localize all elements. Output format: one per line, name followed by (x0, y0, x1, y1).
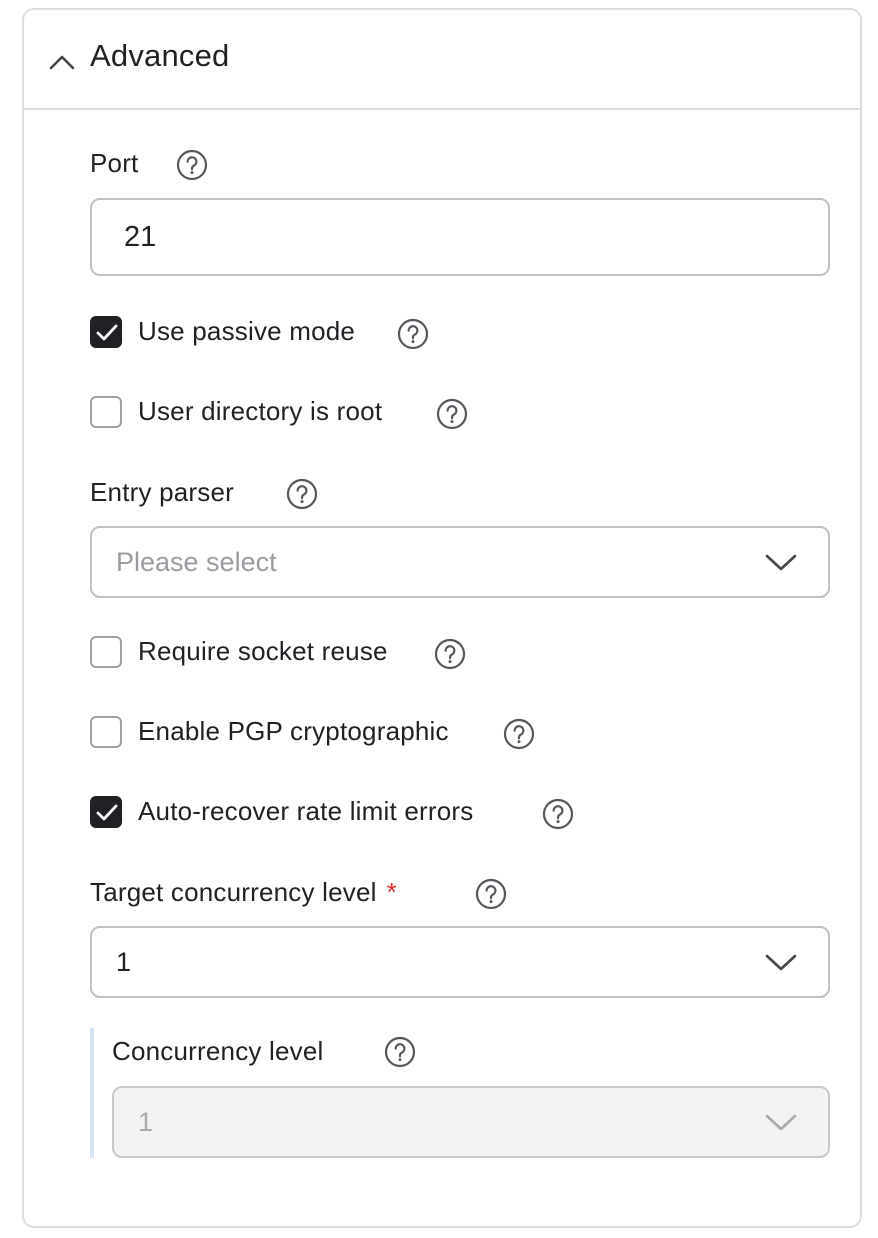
port-input[interactable]: 21 (90, 198, 830, 276)
concurrency-level-help-icon[interactable] (384, 1036, 416, 1068)
passive-mode-label: Use passive mode (138, 316, 356, 346)
socket-reuse-label: Require socket reuse (138, 636, 388, 666)
auto-recover-help-icon[interactable] (542, 798, 574, 830)
concurrency-level-select: 1 (112, 1086, 830, 1158)
passive-mode-checkbox[interactable] (90, 316, 122, 348)
advanced-section-header[interactable]: Advanced (24, 10, 860, 110)
user-dir-root-checkbox[interactable] (90, 396, 122, 428)
entry-parser-placeholder: Please select (116, 547, 277, 577)
target-concurrency-label: Target concurrency level * (90, 877, 397, 908)
chevron-down-icon (765, 1114, 797, 1131)
required-asterisk: * (386, 877, 397, 907)
entry-parser-label: Entry parser (90, 477, 235, 507)
target-concurrency-select[interactable]: 1 (90, 926, 830, 998)
pgp-help-icon[interactable] (503, 718, 535, 750)
section-title: Advanced (90, 38, 230, 73)
auto-recover-checkbox[interactable] (90, 796, 122, 828)
chevron-down-icon (765, 954, 797, 971)
advanced-panel: Advanced Port 21 Use passive mode User d… (22, 8, 862, 1228)
socket-reuse-help-icon[interactable] (434, 638, 466, 670)
target-concurrency-label-text: Target concurrency level (90, 877, 377, 907)
socket-reuse-checkbox[interactable] (90, 636, 122, 668)
pgp-label: Enable PGP cryptographic (138, 716, 449, 746)
auto-recover-label: Auto-recover rate limit errors (138, 796, 474, 826)
concurrency-level-label: Concurrency level (112, 1036, 324, 1066)
concurrency-subsection: Concurrency level 1 (90, 1028, 834, 1158)
target-concurrency-value: 1 (116, 947, 132, 977)
entry-parser-select[interactable]: Please select (90, 526, 830, 598)
port-help-icon[interactable] (176, 149, 208, 181)
passive-mode-help-icon[interactable] (397, 318, 429, 350)
concurrency-level-value: 1 (138, 1107, 154, 1137)
checkmark-icon (96, 804, 118, 821)
chevron-down-icon (765, 554, 797, 571)
user-dir-root-help-icon[interactable] (436, 398, 468, 430)
port-label: Port (90, 148, 139, 178)
target-concurrency-help-icon[interactable] (475, 878, 507, 910)
pgp-checkbox[interactable] (90, 716, 122, 748)
chevron-up-icon[interactable] (48, 48, 76, 76)
entry-parser-help-icon[interactable] (286, 478, 318, 510)
checkmark-icon (96, 324, 118, 341)
user-dir-root-label: User directory is root (138, 396, 383, 426)
